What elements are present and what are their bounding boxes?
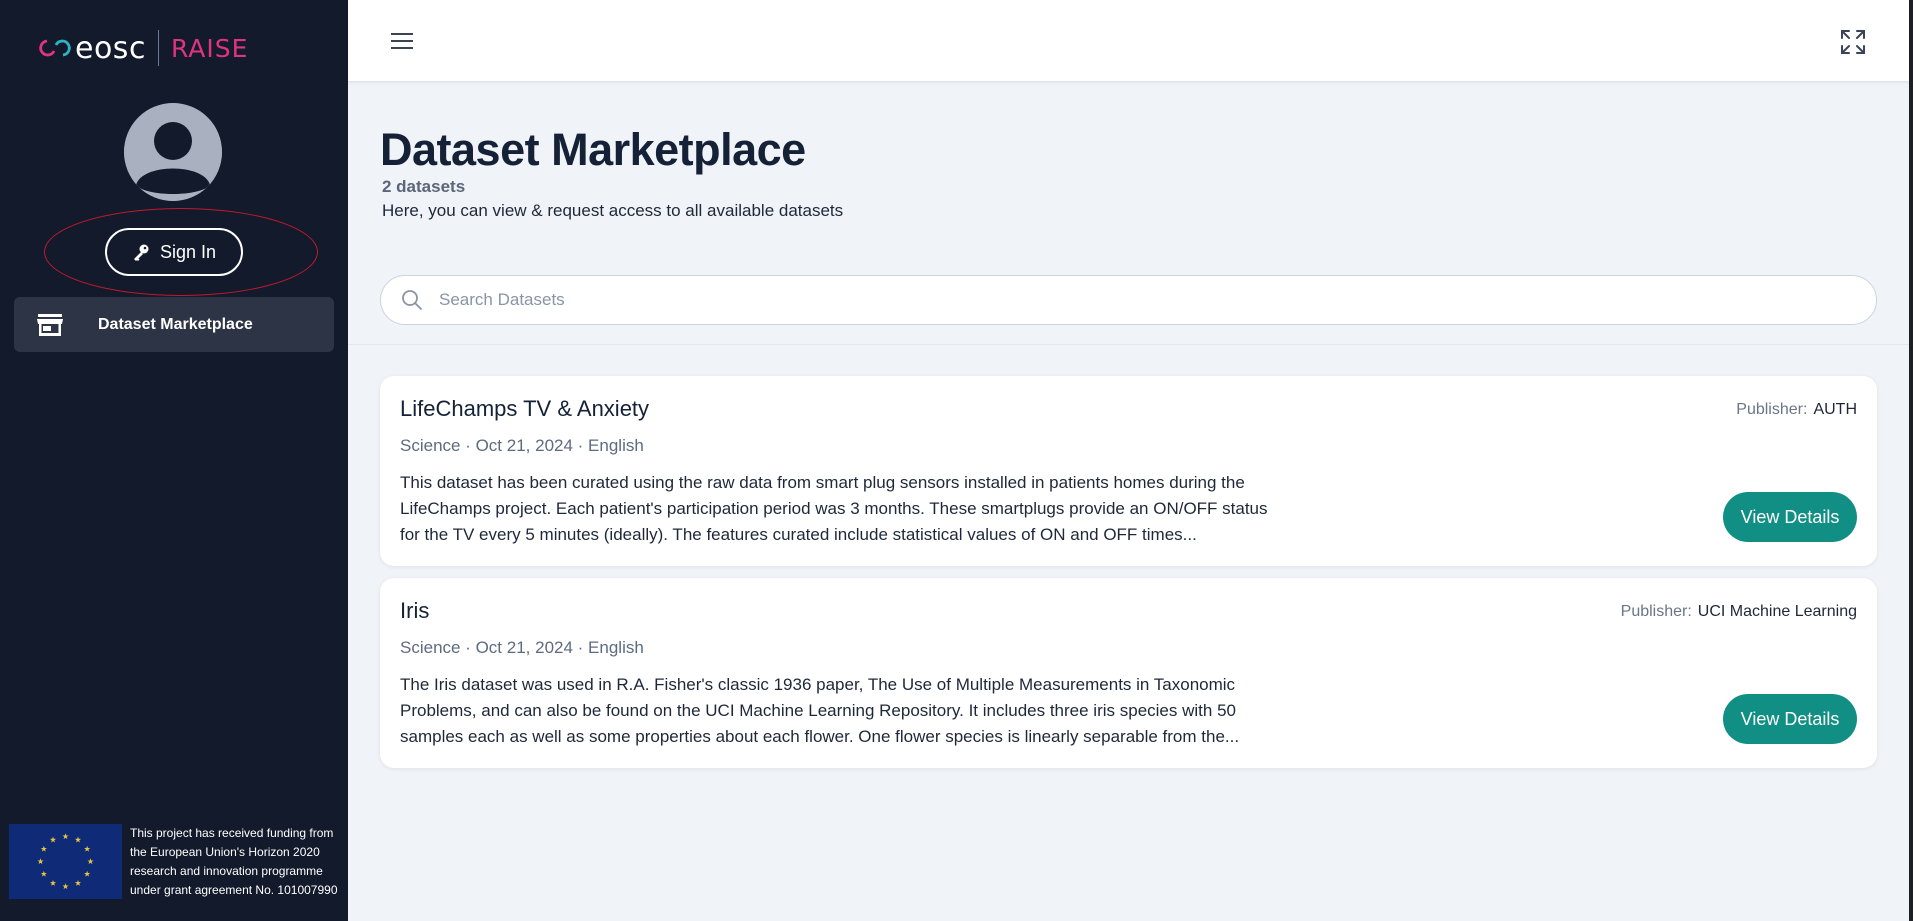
dataset-meta: Science · Oct 21, 2024 · English [400, 436, 644, 455]
view-details-button[interactable]: View Details [1723, 694, 1857, 744]
page-subtitle: Here, you can view & request access to a… [382, 201, 844, 220]
eu-flag-icon [9, 824, 122, 899]
dataset-card: Iris Science · Oct 21, 2024 · English Th… [380, 578, 1877, 768]
logo-raise-text: RAISE [170, 33, 249, 63]
section-divider [348, 344, 1909, 345]
key-icon [133, 244, 149, 261]
sign-in-button[interactable]: Sign In [105, 228, 243, 276]
dataset-publisher: Publisher: UCI Machine Learning [1621, 603, 1857, 621]
logo-divider [157, 30, 159, 66]
dataset-description: This dataset has been curated using the … [400, 473, 1268, 544]
sidebar: eosc RAISE Sign In Dataset Marketplace T… [0, 0, 348, 921]
page-title: Dataset Marketplace [380, 124, 806, 175]
search-bar[interactable] [380, 275, 1877, 325]
main-content: Dataset Marketplace 2 datasets Here, you… [348, 82, 1909, 921]
store-icon [37, 313, 63, 336]
dataset-meta: Science · Oct 21, 2024 · English [400, 638, 644, 657]
search-icon [402, 290, 422, 310]
dataset-title: Iris [400, 598, 430, 623]
user-icon [124, 103, 222, 201]
sign-in-label: Sign In [159, 241, 217, 262]
sidebar-item-dataset-marketplace[interactable]: Dataset Marketplace [14, 297, 334, 352]
publisher-value: AUTH [1813, 401, 1857, 418]
search-input[interactable] [439, 290, 1839, 310]
window-edge [1909, 0, 1913, 921]
publisher-label: Publisher: [1736, 401, 1808, 418]
publisher-value: UCI Machine Learning [1697, 603, 1857, 620]
dataset-publisher: Publisher: AUTH [1736, 401, 1857, 419]
eosc-logo-mark-icon [39, 39, 71, 57]
publisher-label: Publisher: [1620, 603, 1692, 620]
hamburger-icon[interactable] [390, 30, 416, 52]
logo-eosc-text: eosc [75, 30, 146, 66]
dataset-description: The Iris dataset was used in R.A. Fisher… [400, 675, 1240, 746]
avatar [124, 103, 222, 201]
dataset-count: 2 datasets [382, 177, 466, 196]
eosc-raise-logo[interactable]: eosc RAISE [38, 30, 248, 66]
funding-notice: This project has received funding from t… [9, 824, 350, 900]
sidebar-item-label: Dataset Marketplace [98, 315, 253, 333]
funding-text: This project has received funding from t… [130, 826, 338, 897]
dataset-title: LifeChamps TV & Anxiety [400, 396, 650, 421]
dataset-card: LifeChamps TV & Anxiety Science · Oct 21… [380, 376, 1877, 566]
top-bar [348, 0, 1913, 82]
view-details-button[interactable]: View Details [1723, 492, 1857, 542]
expand-icon[interactable] [1840, 29, 1866, 55]
